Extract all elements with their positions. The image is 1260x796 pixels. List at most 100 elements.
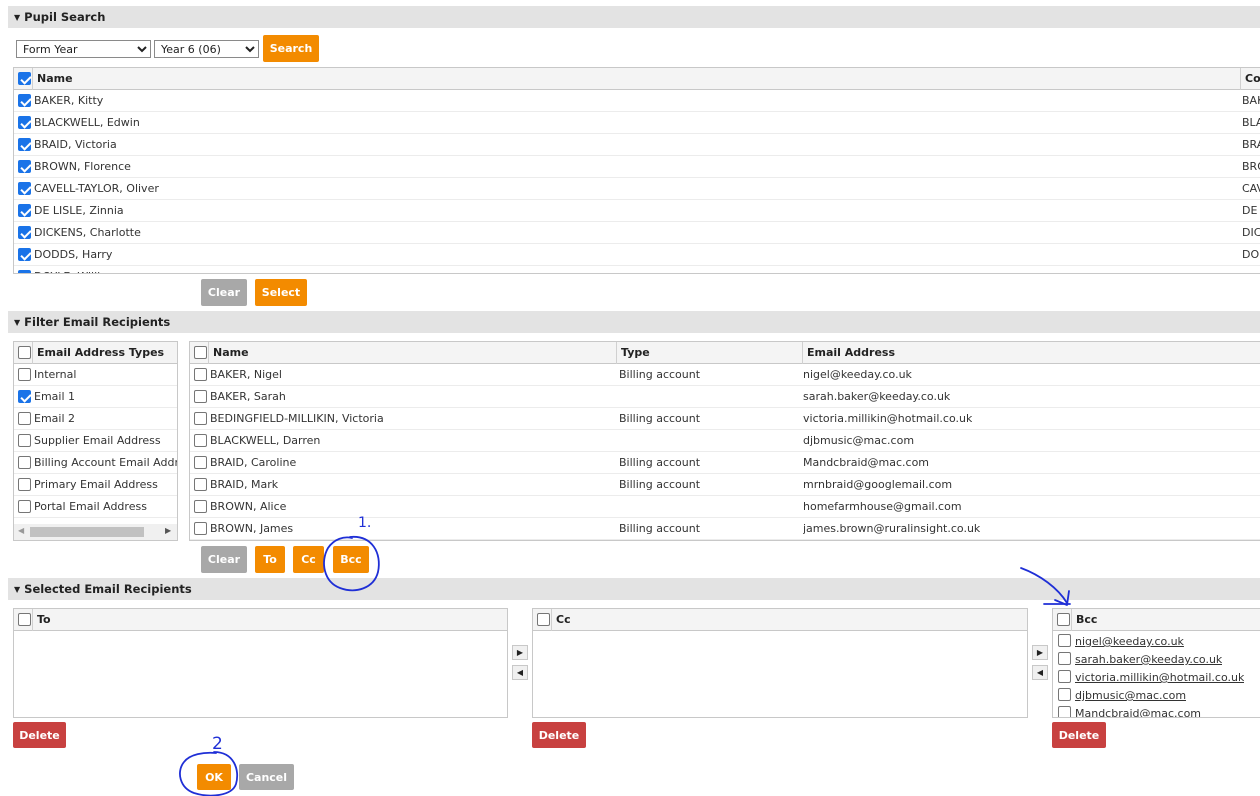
pupil-clear-button[interactable]: Clear	[201, 279, 247, 306]
table-row[interactable]: BLACKWELL, Edwin BLA	[14, 112, 1260, 134]
filter-recipients-header[interactable]: ▼ Filter Email Recipients	[8, 311, 1260, 333]
table-row[interactable]: CAVELL-TAYLOR, Oliver CAV	[14, 178, 1260, 200]
table-row[interactable]: BROWN, James Billing account james.brown@r…	[190, 518, 1260, 540]
move-right-arrow-icon[interactable]: ▶	[1032, 645, 1048, 660]
list-item[interactable]: Portal Email Address	[14, 496, 177, 518]
table-row[interactable]: DOYLE, William	[14, 266, 1260, 273]
table-row[interactable]: DE LISLE, Zinnia DE	[14, 200, 1260, 222]
scroll-left-icon[interactable]: ◀	[18, 526, 24, 535]
table-row[interactable]: DODDS, Harry DOD	[14, 244, 1260, 266]
row-checkbox[interactable]	[194, 368, 207, 381]
select-all-types-checkbox[interactable]	[18, 346, 31, 359]
list-item[interactable]: Supplier Email Address	[14, 430, 177, 452]
pupil-select-button[interactable]: Select	[255, 279, 307, 306]
table-row[interactable]: BROWN, Alice homefarmhouse@gmail.com	[190, 496, 1260, 518]
row-checkbox[interactable]	[194, 434, 207, 447]
move-left-arrow-icon[interactable]: ◀	[1032, 665, 1048, 680]
row-checkbox[interactable]	[18, 248, 31, 261]
ok-button[interactable]: OK	[197, 764, 231, 790]
bcc-list-item[interactable]: victoria.millikin@hotmail.co.uk	[1053, 669, 1260, 687]
select-all-cc-checkbox[interactable]	[537, 613, 550, 626]
table-row[interactable]: BRAID, Mark Billing account mrnbraid@googl…	[190, 474, 1260, 496]
pupil-search-header[interactable]: ▼ Pupil Search	[8, 6, 1260, 28]
move-right-arrow-icon[interactable]: ▶	[512, 645, 528, 660]
add-bcc-button[interactable]: Bcc	[333, 546, 369, 573]
bcc-item-checkbox[interactable]	[1058, 670, 1071, 683]
column-header-email[interactable]: Email Address	[802, 342, 1260, 364]
column-header-name[interactable]: Name	[208, 342, 618, 364]
search-button[interactable]: Search	[263, 35, 319, 62]
email-type-checkbox[interactable]	[18, 500, 31, 513]
bcc-item-checkbox[interactable]	[1058, 652, 1071, 665]
column-header-type[interactable]: Type	[616, 342, 802, 364]
row-checkbox[interactable]	[194, 456, 207, 469]
column-header-to[interactable]: To	[32, 609, 502, 631]
table-row[interactable]: BLACKWELL, Darren djbmusic@mac.com	[190, 430, 1260, 452]
horizontal-scrollbar[interactable]: ◀ ▶	[14, 524, 177, 540]
column-header-name[interactable]: Name	[32, 68, 1240, 90]
table-row[interactable]: BRAID, Victoria BRA	[14, 134, 1260, 156]
row-checkbox[interactable]	[194, 500, 207, 513]
table-row[interactable]: BEDINGFIELD-MILLIKIN, Victoria Billing ac…	[190, 408, 1260, 430]
delete-cc-button[interactable]: Delete	[532, 722, 586, 748]
bcc-list-item[interactable]: djbmusic@mac.com	[1053, 687, 1260, 705]
recipients-clear-button[interactable]: Clear	[201, 546, 247, 573]
select-all-recipients-checkbox[interactable]	[194, 346, 207, 359]
table-row[interactable]: BRAID, Caroline Billing account Mandcbraid…	[190, 452, 1260, 474]
email-type-checkbox[interactable]	[18, 390, 31, 403]
add-cc-button[interactable]: Cc	[293, 546, 324, 573]
row-checkbox[interactable]	[18, 226, 31, 239]
scrollbar-thumb[interactable]	[30, 527, 144, 537]
filter-value-select[interactable]: Year 6 (06)	[154, 40, 259, 58]
column-header-code[interactable]: Coc	[1240, 68, 1260, 90]
row-checkbox[interactable]	[18, 138, 31, 151]
bcc-list-item[interactable]: sarah.baker@keeday.co.uk	[1053, 651, 1260, 669]
select-all-to-checkbox[interactable]	[18, 613, 31, 626]
table-row[interactable]: DICKENS, Charlotte DIC	[14, 222, 1260, 244]
cancel-button[interactable]: Cancel	[239, 764, 294, 790]
list-item[interactable]: Email 1	[14, 386, 177, 408]
list-item[interactable]: Billing Account Email Addr	[14, 452, 177, 474]
bcc-item-checkbox[interactable]	[1058, 706, 1071, 717]
table-row[interactable]: BAKER, Nigel Billing account nigel@keeday.…	[190, 364, 1260, 386]
email-type-checkbox[interactable]	[18, 412, 31, 425]
delete-bcc-button[interactable]: Delete	[1052, 722, 1106, 748]
column-header-email-types[interactable]: Email Address Types	[32, 342, 177, 364]
delete-to-button[interactable]: Delete	[13, 722, 66, 748]
table-row[interactable]: BAKER, Kitty BAK	[14, 90, 1260, 112]
move-left-arrow-icon[interactable]: ◀	[512, 665, 528, 680]
email-type-checkbox[interactable]	[18, 478, 31, 491]
bcc-item-checkbox[interactable]	[1058, 688, 1071, 701]
email-type-checkbox[interactable]	[18, 368, 31, 381]
list-item[interactable]: Internal	[14, 364, 177, 386]
list-item[interactable]: Primary Email Address	[14, 474, 177, 496]
email-type-checkbox[interactable]	[18, 434, 31, 447]
list-item[interactable]: Email 2	[14, 408, 177, 430]
bcc-list-item[interactable]: Mandcbraid@mac.com	[1053, 705, 1260, 717]
filter-type-select[interactable]: Form Year	[16, 40, 151, 58]
bcc-email-link[interactable]: djbmusic@mac.com	[1075, 687, 1186, 705]
row-checkbox[interactable]	[194, 522, 207, 535]
select-all-bcc-checkbox[interactable]	[1057, 613, 1070, 626]
row-checkbox[interactable]	[194, 412, 207, 425]
select-all-pupils-checkbox[interactable]	[18, 72, 31, 85]
bcc-email-link[interactable]: victoria.millikin@hotmail.co.uk	[1075, 669, 1244, 687]
bcc-email-link[interactable]: nigel@keeday.co.uk	[1075, 633, 1184, 651]
email-type-checkbox[interactable]	[18, 456, 31, 469]
column-header-bcc[interactable]: Bcc	[1071, 609, 1260, 631]
row-checkbox[interactable]	[18, 182, 31, 195]
row-checkbox[interactable]	[194, 478, 207, 491]
row-checkbox[interactable]	[18, 270, 31, 273]
bcc-item-checkbox[interactable]	[1058, 634, 1071, 647]
table-row[interactable]: BROWN, Florence BRO	[14, 156, 1260, 178]
row-checkbox[interactable]	[18, 204, 31, 217]
bcc-email-link[interactable]: sarah.baker@keeday.co.uk	[1075, 651, 1222, 669]
row-checkbox[interactable]	[18, 116, 31, 129]
row-checkbox[interactable]	[18, 160, 31, 173]
selected-recipients-header[interactable]: ▼ Selected Email Recipients	[8, 578, 1260, 600]
bcc-email-link[interactable]: Mandcbraid@mac.com	[1075, 705, 1201, 717]
scroll-right-icon[interactable]: ▶	[165, 526, 171, 535]
row-checkbox[interactable]	[18, 94, 31, 107]
add-to-button[interactable]: To	[255, 546, 285, 573]
table-row[interactable]: BAKER, Sarah sarah.baker@keeday.co.uk	[190, 386, 1260, 408]
